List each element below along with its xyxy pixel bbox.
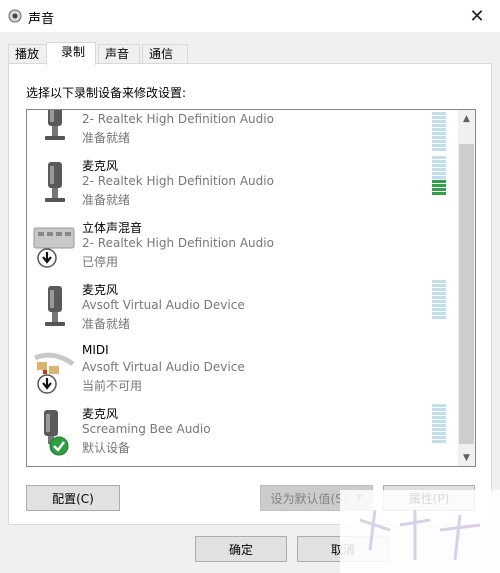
scroll-up-button[interactable]: ▲: [458, 110, 475, 127]
device-name: 立体声混音: [82, 221, 143, 235]
level-meter-segment: [432, 300, 446, 303]
level-meter-segment: [432, 124, 446, 127]
level-meter-segment: [432, 280, 446, 283]
device-description: Screaming Bee Audio: [82, 422, 211, 436]
chevron-down-icon: ▼: [463, 452, 470, 463]
level-meter-segment: [432, 128, 446, 131]
device-item-mic-realtek[interactable]: 麦克风 2- Realtek High Definition Audio 准备就…: [27, 154, 457, 216]
level-meter-segment: [432, 304, 446, 307]
close-button[interactable]: ✕: [454, 0, 500, 32]
device-description: 2- Realtek High Definition Audio: [82, 236, 274, 250]
level-meter-segment: [432, 316, 446, 319]
level-meter-segment: [432, 172, 446, 175]
microphone-icon: [45, 286, 65, 326]
level-meter-segment: [432, 156, 446, 159]
device-item-mic-avsoft[interactable]: 麦克风 Avsoft Virtual Audio Device 准备就绪: [27, 278, 457, 340]
level-meter-segment: [432, 416, 446, 419]
level-meter-segment: [432, 176, 446, 179]
level-meter-segment: [432, 284, 446, 287]
level-meter-segment: [432, 168, 446, 171]
corner-watermark-overlay: [340, 490, 500, 573]
level-meter-segment: [432, 132, 446, 135]
level-meter-segment: [432, 432, 446, 435]
level-meter-segment: [432, 116, 446, 119]
default-checkmark-icon: [49, 436, 69, 456]
midi-connector-icon: [33, 352, 75, 394]
level-meter-segment: [432, 412, 446, 415]
ok-button[interactable]: 确定: [195, 536, 287, 562]
device-item-mic-realtek-top[interactable]: 2- Realtek High Definition Audio 准备就绪: [27, 110, 457, 154]
recording-panel: 选择以下录制设备来修改设置: 2- Realtek High Definitio…: [8, 63, 492, 525]
level-meter: [432, 280, 446, 322]
speaker-icon: [8, 9, 22, 23]
level-meter-segment: [432, 184, 446, 187]
device-item-stereo-mix[interactable]: 立体声混音 2- Realtek High Definition Audio 已…: [27, 216, 457, 278]
device-status: 准备就绪: [82, 193, 131, 207]
level-meter: [432, 404, 446, 446]
set-default-label: 设为默认值(S): [270, 491, 348, 506]
tab-playback[interactable]: 播放: [8, 44, 48, 64]
level-meter-segment: [432, 292, 446, 295]
level-meter-segment: [432, 144, 446, 147]
level-meter-segment: [432, 164, 446, 167]
device-status: 准备就绪: [82, 131, 131, 145]
level-meter-segment: [432, 408, 446, 411]
close-icon: ✕: [469, 5, 485, 27]
level-meter-segment: [432, 288, 446, 291]
instruction-text: 选择以下录制设备来修改设置:: [26, 86, 187, 100]
device-description: 2- Realtek High Definition Audio: [82, 174, 274, 188]
level-meter-segment: [432, 424, 446, 427]
level-meter-segment: [432, 420, 446, 423]
device-status: 已停用: [82, 255, 119, 269]
device-status: 当前不可用: [82, 379, 143, 393]
level-meter-segment: [432, 136, 446, 139]
scroll-thumb[interactable]: [459, 144, 474, 444]
device-description: Avsoft Virtual Audio Device: [82, 298, 245, 312]
microphone-icon: [45, 162, 65, 202]
tab-communications[interactable]: 通信: [142, 44, 188, 64]
level-meter-segment: [432, 192, 446, 195]
level-meter-segment: [432, 148, 446, 151]
level-meter-segment: [432, 436, 446, 439]
device-name: 麦克风: [82, 283, 119, 297]
device-item-midi[interactable]: MIDI Avsoft Virtual Audio Device 当前不可用: [27, 340, 457, 402]
device-status: 默认设备: [82, 441, 131, 455]
level-meter: [432, 156, 446, 198]
scroll-down-button[interactable]: ▼: [458, 449, 475, 466]
level-meter-segment: [432, 312, 446, 315]
device-description: 2- Realtek High Definition Audio: [82, 112, 274, 126]
level-meter-segment: [432, 160, 446, 163]
title-bar: 声音 ✕: [0, 0, 500, 32]
level-meter-segment: [432, 440, 446, 443]
device-status: 准备就绪: [82, 317, 131, 331]
stereo-mix-icon: [33, 227, 75, 268]
level-meter-segment: [432, 120, 446, 123]
level-meter-segment: [432, 404, 446, 407]
level-meter-segment: [432, 428, 446, 431]
device-name: 麦克风: [82, 159, 119, 173]
chevron-up-icon: ▲: [463, 113, 470, 124]
device-name: 麦克风: [82, 407, 119, 421]
window-title: 声音: [28, 12, 55, 27]
tab-recording[interactable]: 录制: [46, 42, 96, 65]
device-description: Avsoft Virtual Audio Device: [82, 360, 245, 374]
level-meter-segment: [432, 188, 446, 191]
level-meter-segment: [432, 112, 446, 115]
device-list[interactable]: 2- Realtek High Definition Audio 准备就绪 麦克…: [26, 109, 476, 467]
level-meter-segment: [432, 296, 446, 299]
device-item-mic-screaming-bee[interactable]: 麦克风 Screaming Bee Audio 默认设备: [27, 402, 457, 464]
configure-button[interactable]: 配置(C): [26, 485, 120, 511]
level-meter-segment: [432, 180, 446, 183]
microphone-icon: [45, 110, 65, 140]
level-meter: [432, 112, 446, 154]
device-name: MIDI: [82, 343, 109, 357]
scrollbar[interactable]: ▲ ▼: [458, 110, 475, 466]
level-meter-segment: [432, 308, 446, 311]
level-meter-segment: [432, 140, 446, 143]
tab-sounds[interactable]: 声音: [98, 44, 140, 64]
